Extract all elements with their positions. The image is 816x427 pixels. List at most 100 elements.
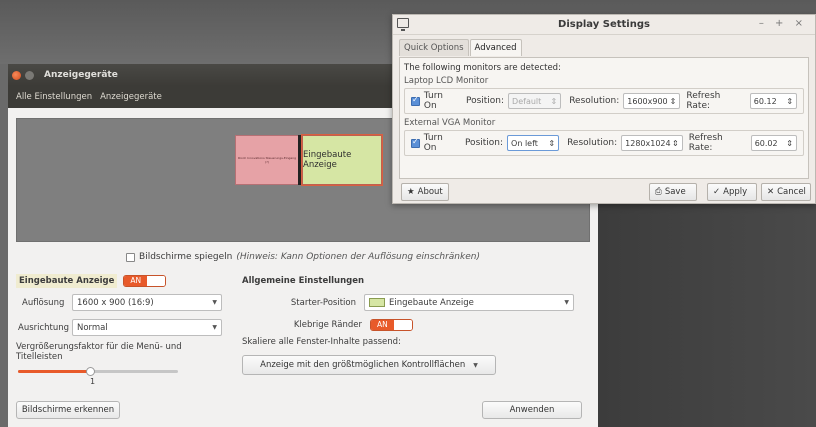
about-button[interactable]: ★ About	[401, 183, 449, 201]
vga-monitor-group: External VGA Monitor Turn On Position: O…	[404, 118, 804, 156]
sticky-toggle-label: AN	[371, 320, 394, 330]
vga-resolution-select[interactable]: 1280x1024 ⇕	[621, 135, 683, 151]
scale-value: 1	[90, 377, 96, 386]
scale-all-dropdown[interactable]: Anzeige mit den größtmöglichen Kontrollf…	[242, 355, 496, 375]
vga-group-title: External VGA Monitor	[404, 118, 496, 128]
close-icon[interactable]	[12, 70, 21, 80]
vga-refresh-select[interactable]: 60.02 ⇕	[750, 135, 797, 151]
scale-label: Vergrößerungsfaktor für die Menü- und Ti…	[16, 342, 182, 362]
toggle-knob	[393, 320, 412, 330]
window-title: Anzeigegeräte	[44, 70, 118, 80]
orientation-value: Normal	[77, 322, 108, 333]
scale-slider[interactable]: 1	[16, 362, 228, 386]
monitor-external-label: Ricoh Innovations Steuerungs-Eingang (?)	[237, 156, 297, 164]
chevron-down-icon: ▼	[212, 324, 217, 331]
laptop-group-title: Laptop LCD Monitor	[404, 76, 489, 86]
mirror-checkbox[interactable]	[126, 252, 136, 262]
about-label: About	[417, 187, 443, 197]
breadcrumb-displays[interactable]: Anzeigegeräte	[100, 92, 162, 102]
laptop-position-label: Position:	[465, 96, 505, 106]
ds-advanced-panel: The following monitors are detected: Lap…	[399, 57, 809, 179]
slider-handle[interactable]	[86, 367, 95, 376]
minimize-icon[interactable]	[25, 70, 34, 80]
laptop-position-value: Default	[512, 96, 542, 106]
save-button[interactable]: ⎙ Save	[649, 183, 697, 201]
apply-button[interactable]: Anwenden	[482, 401, 582, 419]
ds-apply-label: Apply	[723, 187, 748, 197]
launcher-position-select[interactable]: Eingebaute Anzeige ▼	[364, 294, 574, 311]
scale-all-label: Skaliere alle Fenster-Inhalte passend:	[242, 337, 401, 347]
window-controls[interactable]: – + ×	[759, 18, 807, 29]
laptop-turn-on-label: Turn On	[423, 91, 443, 111]
tab-advanced[interactable]: Advanced	[469, 39, 522, 56]
vga-turn-on-label: Turn On	[423, 133, 443, 153]
monitor-icon	[397, 18, 409, 31]
sticky-edges-label: Klebrige Ränder	[293, 320, 362, 330]
monitor-internal[interactable]: Eingebaute Anzeige	[301, 134, 383, 186]
vga-turn-on-checkbox[interactable]	[411, 137, 420, 148]
detected-text: The following monitors are detected:	[404, 63, 561, 73]
builtin-display-header: Eingebaute Anzeige	[16, 274, 118, 288]
cancel-button[interactable]: ✕ Cancel	[761, 183, 811, 201]
mirror-hint: (Hinweis: Kann Optionen der Auflösung ei…	[236, 252, 480, 262]
resolution-value: 1600 x 900 (16:9)	[77, 297, 154, 308]
cancel-label: Cancel	[777, 187, 806, 197]
vga-resolution-label: Resolution:	[567, 138, 618, 148]
laptop-resolution-label: Resolution:	[569, 96, 620, 106]
ds-title: Display Settings	[558, 19, 650, 30]
laptop-monitor-group: Laptop LCD Monitor Turn On Position: Def…	[404, 76, 804, 114]
ds-titlebar: Display Settings – + ×	[393, 15, 815, 35]
save-label: Save	[664, 187, 686, 197]
spin-icon: ⇕	[669, 96, 677, 106]
laptop-refresh-select[interactable]: 60.12 ⇕	[749, 93, 798, 109]
spin-icon: ⇕	[786, 96, 794, 106]
detect-displays-button[interactable]: Bildschirme erkennen	[16, 401, 120, 419]
builtin-display-section: Eingebaute Anzeige AN Auflösung 1600 x 9…	[16, 274, 228, 386]
laptop-resolution-value: 1600x900	[627, 96, 668, 106]
display-settings-window: Display Settings – + × Quick Options Adv…	[392, 14, 816, 204]
laptop-turn-on-checkbox[interactable]	[411, 95, 420, 106]
tab-quick-options[interactable]: Quick Options	[399, 39, 469, 56]
spin-icon: ⇕	[550, 96, 558, 106]
vga-position-value: On left	[511, 138, 538, 148]
builtin-display-toggle[interactable]: AN	[123, 275, 167, 287]
orientation-select[interactable]: Normal ▼	[72, 319, 222, 336]
mirror-row: Bildschirme spiegeln (Hinweis: Kann Opti…	[8, 252, 598, 262]
chevron-down-icon: ▼	[473, 361, 478, 369]
chevron-down-icon: ▼	[564, 299, 569, 306]
close-icon: ✕	[767, 187, 775, 197]
spin-icon: ⇕	[672, 138, 679, 148]
ds-apply-button[interactable]: ✓ Apply	[707, 183, 757, 201]
star-icon: ★	[407, 187, 415, 197]
check-icon: ✓	[713, 187, 721, 197]
monitor-external[interactable]: Ricoh Innovations Steuerungs-Eingang (?)	[235, 135, 299, 185]
slider-fill	[18, 370, 88, 373]
chevron-down-icon: ▼	[212, 299, 217, 306]
general-settings-section: Allgemeine Einstellungen Starter-Positio…	[242, 274, 582, 375]
laptop-resolution-select[interactable]: 1600x900 ⇕	[623, 93, 681, 109]
general-settings-header: Allgemeine Einstellungen	[242, 276, 365, 286]
launcher-position-label: Starter-Position	[290, 297, 356, 308]
apply-label: Anwenden	[509, 405, 555, 415]
toggle-knob	[147, 276, 166, 286]
sticky-edges-toggle[interactable]: AN	[370, 319, 413, 331]
detect-displays-label: Bildschirme erkennen	[21, 405, 115, 415]
vga-refresh-label: Refresh Rate:	[688, 133, 723, 153]
vga-position-select[interactable]: On left ⇕	[507, 135, 560, 151]
mirror-label[interactable]: Bildschirme spiegeln	[139, 252, 232, 262]
vga-resolution-value: 1280x1024	[625, 138, 671, 148]
breadcrumb-all-settings[interactable]: Alle Einstellungen	[16, 92, 92, 102]
laptop-refresh-value: 60.12	[753, 96, 777, 106]
orientation-label: Ausrichtung	[18, 322, 70, 333]
save-icon: ⎙	[655, 187, 662, 197]
display-color-swatch	[369, 298, 385, 307]
monitor-internal-label: Eingebaute Anzeige	[303, 150, 352, 170]
resolution-select[interactable]: 1600 x 900 (16:9) ▼	[72, 294, 222, 311]
vga-position-label: Position:	[464, 138, 504, 148]
builtin-toggle-label: AN	[124, 276, 148, 286]
resolution-label: Auflösung	[22, 297, 65, 308]
spin-icon: ⇕	[786, 138, 793, 148]
ds-tabs: Quick Options Advanced	[399, 39, 523, 56]
desktop-background-right	[598, 204, 816, 427]
laptop-position-select[interactable]: Default ⇕	[508, 93, 562, 109]
